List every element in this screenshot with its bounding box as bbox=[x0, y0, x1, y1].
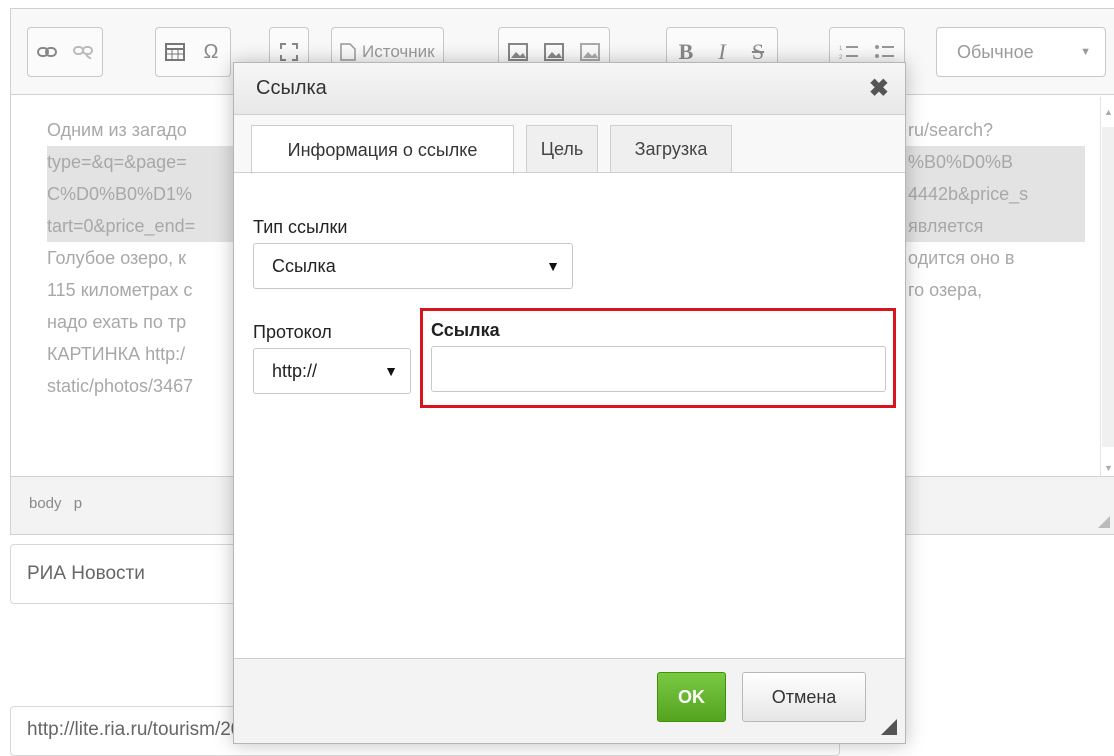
protocol-value: http:// bbox=[272, 360, 318, 381]
link-type-value: Ссылка bbox=[272, 255, 336, 276]
cancel-button[interactable]: Отмена bbox=[742, 672, 866, 722]
dialog-title: Ссылка bbox=[256, 77, 327, 99]
tab-link-info[interactable]: Информация о ссылке bbox=[251, 125, 514, 174]
link-type-label: Тип ссылки bbox=[253, 217, 348, 237]
dialog-footer: OK Отмена bbox=[234, 658, 905, 743]
close-icon[interactable]: ✖ bbox=[869, 74, 889, 103]
dialog-title-bar[interactable]: Ссылка ✖ bbox=[234, 63, 905, 115]
chevron-down-icon: ▼ bbox=[546, 258, 560, 274]
dialog-resize-grip-icon[interactable] bbox=[881, 719, 897, 735]
link-type-select[interactable]: Ссылка ▼ bbox=[253, 243, 573, 289]
ok-button[interactable]: OK bbox=[657, 672, 726, 722]
chevron-down-icon: ▼ bbox=[384, 363, 398, 379]
dialog-tabs: Информация о ссылке Цель Загрузка bbox=[234, 115, 905, 174]
tab-upload[interactable]: Загрузка bbox=[610, 125, 732, 173]
url-label: Ссылка bbox=[431, 320, 500, 340]
dialog-overlay: Ссылка ✖ Информация о ссылке Цель Загруз… bbox=[0, 0, 1114, 744]
link-dialog: Ссылка ✖ Информация о ссылке Цель Загруз… bbox=[233, 62, 906, 744]
tab-target[interactable]: Цель bbox=[526, 125, 598, 173]
protocol-label: Протокол bbox=[253, 322, 332, 342]
url-input[interactable] bbox=[431, 346, 886, 392]
tab-divider bbox=[234, 172, 905, 173]
protocol-select[interactable]: http:// ▼ bbox=[253, 348, 411, 394]
